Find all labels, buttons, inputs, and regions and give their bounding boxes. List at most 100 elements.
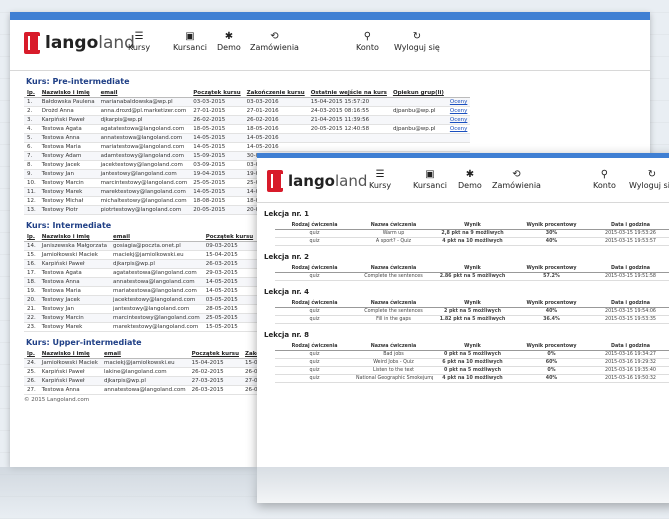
table-cell: Testowa Anna bbox=[38, 277, 111, 287]
table-cell: 19. bbox=[24, 286, 39, 296]
column-header[interactable] bbox=[446, 89, 471, 98]
table-cell: 23. bbox=[24, 322, 39, 332]
table-cell: 4. bbox=[24, 124, 39, 134]
table-cell bbox=[389, 97, 447, 107]
table-cell: 2015-03-16 19:29:32 bbox=[591, 358, 669, 367]
table-cell: Jamiołkowski Maciek bbox=[38, 250, 111, 260]
column-header[interactable]: lp. bbox=[24, 233, 39, 242]
column-header[interactable]: Początek kursu bbox=[190, 89, 244, 98]
table-cell: Testowa Maria bbox=[38, 142, 98, 152]
table-cell: 60% bbox=[512, 358, 591, 367]
column-header: Wynik procentowy bbox=[512, 300, 591, 308]
column-header[interactable]: email bbox=[110, 233, 203, 242]
table-cell: jantestowy@langoland.com bbox=[97, 169, 191, 179]
table-cell: 27-01-2016 bbox=[243, 106, 308, 116]
column-header[interactable]: Początek kursu bbox=[202, 233, 257, 242]
table-cell: Testowy Jan bbox=[38, 169, 98, 179]
table-cell: 15. bbox=[24, 250, 39, 260]
table-cell: 14-05-2016 bbox=[243, 142, 308, 152]
table-cell: Testowy Jacek bbox=[38, 295, 111, 305]
table-cell: adamtestowy@langoland.com bbox=[97, 151, 191, 161]
header: langoland ☰ Kursy ▣ Kursanci ✱ Demo ⟲ Zamówi… bbox=[10, 20, 650, 71]
table-cell: A sport? - Quiz bbox=[354, 237, 433, 246]
grades-link[interactable]: Oceny bbox=[446, 115, 471, 125]
table-cell: Testowy Marek bbox=[38, 322, 111, 332]
table-cell: 6 pkt na 10 możliwych bbox=[433, 358, 512, 367]
table-cell: marektestowy@langoland.com bbox=[110, 322, 203, 332]
nav-konto[interactable]: ⚲ Konto bbox=[356, 30, 379, 52]
column-header[interactable]: lp. bbox=[24, 350, 39, 359]
logo[interactable]: langoland bbox=[24, 32, 135, 54]
column-header[interactable]: Ostatnie wejście na kurs bbox=[307, 89, 390, 98]
nav-kursy[interactable]: ☰ Kursy bbox=[369, 168, 391, 190]
lesson-table: Rodzaj ćwiczenia Nazwa ćwiczenia Wynik Wyni… bbox=[275, 265, 669, 281]
table-cell: Testowy Adam bbox=[38, 151, 98, 161]
table-cell: 2 pkt na 5 możliwych bbox=[433, 307, 512, 316]
column-header: Nazwa ćwiczenia bbox=[354, 222, 433, 230]
gear-icon: ✱ bbox=[465, 169, 475, 180]
table-cell: 14-05-2015 bbox=[190, 142, 244, 152]
table-cell: Bad jobs bbox=[354, 350, 433, 359]
column-header[interactable]: email bbox=[97, 89, 191, 98]
table-cell: annatestowa@langoland.com bbox=[100, 385, 189, 395]
table-cell: 40% bbox=[512, 307, 591, 316]
nav-kursanci[interactable]: ▣ Kursanci bbox=[173, 30, 207, 52]
table-cell: 03-03-2016 bbox=[243, 97, 308, 107]
table-row: 5. Testowa Anna annatestowa@langoland.com 1… bbox=[24, 133, 471, 143]
table-cell: 10. bbox=[24, 178, 39, 188]
column-header[interactable]: Nazwisko i imię bbox=[38, 350, 101, 359]
nav-wyloguj[interactable]: ↻Wyloguj się bbox=[394, 30, 440, 52]
table-cell: 2015-03-15 19:53:26 bbox=[591, 229, 669, 238]
grades-link[interactable]: Oceny bbox=[446, 124, 471, 134]
nav-kursanci[interactable]: ▣ Kursanci bbox=[413, 168, 447, 190]
column-header: Nazwa ćwiczenia bbox=[354, 343, 433, 351]
table-cell: 14-05-2015 bbox=[190, 133, 244, 143]
table-cell: gosiagia@poczta.onet.pl bbox=[110, 241, 203, 251]
column-header: Wynik bbox=[433, 222, 512, 230]
lesson-table: Rodzaj ćwiczenia Nazwa ćwiczenia Wynik Wyni… bbox=[275, 300, 669, 324]
table-cell: marcintestowy@langoland.com bbox=[110, 313, 203, 323]
column-header[interactable]: Opiekun grup(li) bbox=[389, 89, 447, 98]
table-cell: 27-01-2015 bbox=[190, 106, 244, 116]
table-cell: Karpiński Paweł bbox=[38, 115, 98, 125]
nav-demo[interactable]: ✱ Demo bbox=[458, 168, 482, 190]
table-cell: djkarpis@wp.pl bbox=[100, 376, 189, 386]
table-cell: 18-05-2016 bbox=[243, 124, 308, 134]
column-header[interactable]: Nazwisko i imię bbox=[38, 89, 98, 98]
table-cell: lakine@langoland.com bbox=[100, 367, 189, 377]
user-icon: ⚲ bbox=[363, 31, 372, 42]
table-cell: djkarpis@wp.pl bbox=[110, 259, 203, 269]
nav-kursy[interactable]: ☰ Kursy bbox=[128, 30, 150, 52]
table-row: quiz Fill in the gaps 1.82 pkt na 5 możliw… bbox=[275, 315, 669, 324]
lesson-title: Lekcja nr. 2 bbox=[264, 253, 309, 261]
table-cell: 03-09-2015 bbox=[190, 160, 244, 170]
nav-demo[interactable]: ✱ Demo bbox=[217, 30, 241, 52]
table-cell: djpanbu@wp.pl bbox=[389, 124, 447, 134]
table-cell: 7. bbox=[24, 151, 39, 161]
nav-konto[interactable]: ⚲ Konto bbox=[593, 168, 616, 190]
column-header[interactable]: Początek kursu bbox=[188, 350, 242, 359]
nav-zamowienia[interactable]: ⟲ Zamówienia bbox=[250, 30, 299, 52]
column-header[interactable]: Zakończenie kursu bbox=[243, 89, 308, 98]
table-row: 4. Testowa Agata agatatestowa@langoland.co… bbox=[24, 124, 471, 134]
table-cell: 27-03-2015 bbox=[188, 376, 242, 386]
nav-zamowienia[interactable]: ⟲ Zamówienia bbox=[492, 168, 541, 190]
table-cell: 2,8 pkt na 9 możliwych bbox=[433, 229, 512, 238]
column-header[interactable]: lp. bbox=[24, 89, 39, 98]
table-cell: 2015-03-15 19:53:57 bbox=[591, 237, 669, 246]
table-cell: 25-05-2015 bbox=[202, 313, 257, 323]
table-cell: 21-04-2015 11:39:56 bbox=[307, 115, 390, 125]
table-cell: Bałdowska Paulena bbox=[38, 97, 98, 107]
table-cell: 2015-03-16 19:34:27 bbox=[591, 350, 669, 359]
table-cell bbox=[446, 133, 471, 143]
grades-link[interactable]: Oceny bbox=[446, 97, 471, 107]
column-header[interactable]: Nazwisko i imię bbox=[38, 233, 111, 242]
logo[interactable]: langoland bbox=[267, 170, 367, 192]
table-cell: 14. bbox=[24, 241, 39, 251]
table-cell bbox=[307, 142, 390, 152]
grades-link[interactable]: Oceny bbox=[446, 106, 471, 116]
column-header[interactable]: email bbox=[100, 350, 189, 359]
table-cell: 2. bbox=[24, 106, 39, 116]
nav-wyloguj[interactable]: ↻Wyloguj się bbox=[629, 168, 669, 190]
table-cell: maciekj@jamiolkowski.eu bbox=[100, 358, 189, 368]
